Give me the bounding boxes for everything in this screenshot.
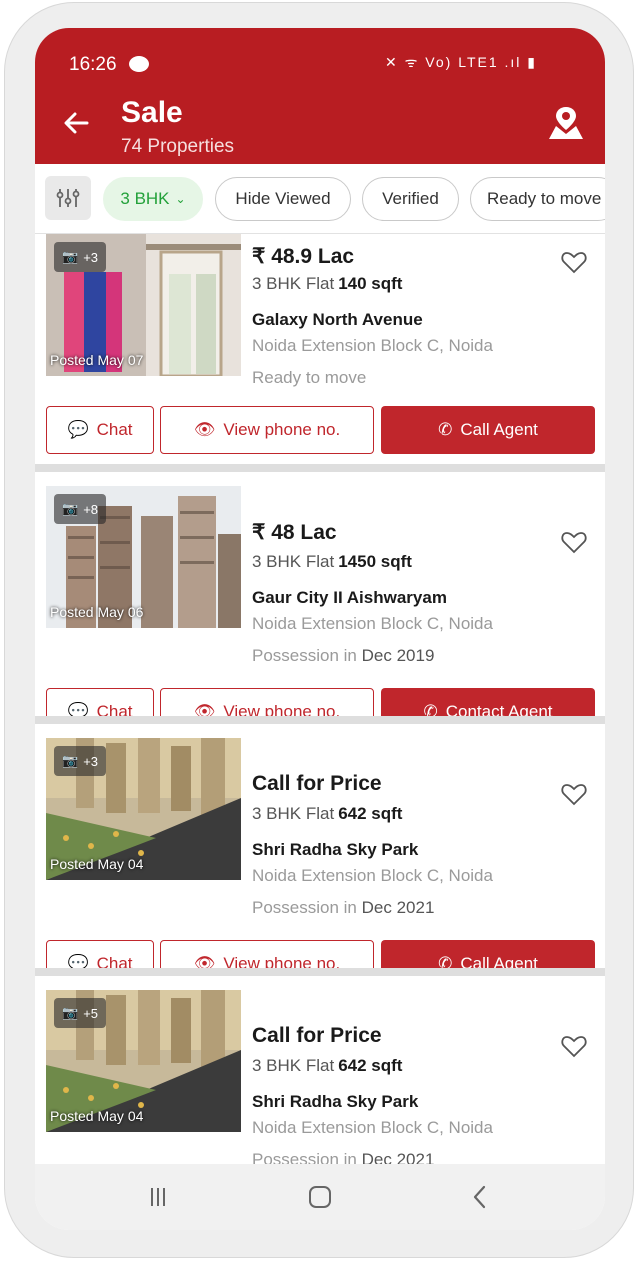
view-phone-button[interactable]: 👁 View phone no. (160, 406, 374, 454)
project-name: Shri Radha Sky Park (252, 1092, 419, 1111)
divider (35, 716, 605, 724)
chat-button[interactable]: 💬 Chat (46, 406, 154, 454)
listing-card[interactable]: 📷 +3 Posted May 04 Call for Price 3 BHK F… (35, 724, 605, 988)
posted-date: Posted May 06 (50, 604, 144, 620)
filter-bar: 3 BHK ⌄ Hide Viewed Verified Ready to mo… (35, 164, 605, 234)
chip-verified[interactable]: Verified (362, 177, 459, 221)
listing-price: ₹ 48 Lac (252, 521, 337, 544)
listing-photo[interactable]: 📷 +3 Posted May 04 (46, 738, 241, 880)
flat-area: 642 sqft (338, 1056, 403, 1075)
app-bar: Sale 74 Properties (35, 86, 605, 164)
listing-photo[interactable]: 📷 +3 Posted May 07 (46, 234, 241, 376)
chip-hide-viewed[interactable]: Hide Viewed (215, 177, 351, 221)
heart-icon[interactable] (561, 1034, 587, 1058)
property-count: 74 Properties (121, 136, 235, 157)
status-icons: ✕ ᯤ Vo) LTE1 .ıl ▮ (385, 54, 537, 70)
locality: Noida Extension Block C, Noida (252, 336, 493, 355)
chip-label: Hide Viewed (235, 189, 331, 208)
photo-count: +5 (83, 1005, 99, 1021)
locality: Noida Extension Block C, Noida (252, 866, 493, 885)
listing-config: 3 BHK Flat 642 sqft (252, 1056, 402, 1076)
call-agent-button[interactable]: ✆ Call Agent (381, 406, 595, 454)
chevron-down-icon: ⌄ (175, 192, 186, 206)
chip-3bhk[interactable]: 3 BHK ⌄ (103, 177, 203, 221)
flat-area: 140 sqft (338, 274, 403, 293)
status-bar: 16:26 ✕ ᯤ Vo) LTE1 .ıl ▮ (35, 28, 605, 86)
status-value: Dec 2021 (361, 898, 435, 917)
divider (35, 464, 605, 472)
status-prefix: Possession in (252, 898, 357, 917)
project-name: Galaxy North Avenue (252, 310, 423, 329)
flat-type: 3 BHK Flat (252, 552, 335, 571)
listing-photo[interactable]: 📷 +5 Posted May 04 (46, 990, 241, 1132)
project-name: Gaur City II Aishwaryam (252, 588, 447, 607)
camera-icon: 📷 (62, 1005, 79, 1020)
photo-count: +8 (83, 501, 99, 517)
phone-icon: ✆ (438, 420, 453, 439)
flat-type: 3 BHK Flat (252, 804, 335, 823)
heart-icon[interactable] (561, 250, 587, 274)
chip-label: Ready to move (487, 189, 602, 208)
project-name: Shri Radha Sky Park (252, 840, 419, 859)
photo-count-badge: 📷 +8 (54, 494, 107, 524)
home-icon[interactable] (305, 1182, 335, 1212)
photo-count-badge: 📷 +3 (54, 242, 107, 272)
heart-icon[interactable] (561, 530, 587, 554)
filter-settings-button[interactable] (45, 176, 91, 220)
listing-price: Call for Price (252, 772, 382, 795)
recents-icon[interactable] (143, 1182, 173, 1212)
posted-date: Posted May 04 (50, 1108, 144, 1124)
flat-area: 642 sqft (338, 804, 403, 823)
posted-date: Posted May 07 (50, 352, 144, 368)
camera-icon: 📷 (62, 501, 79, 516)
photo-count-badge: 📷 +5 (54, 998, 107, 1028)
system-nav-bar (35, 1164, 605, 1230)
flat-type: 3 BHK Flat (252, 274, 335, 293)
listing-card[interactable]: 📷 +8 Posted May 06 ₹ 48 Lac 3 BHK Flat 145… (35, 472, 605, 736)
call-agent-label: Call Agent (460, 420, 538, 439)
heart-icon[interactable] (561, 782, 587, 806)
eye-icon: 👁 (193, 420, 216, 439)
chip-ready-to-move[interactable]: Ready to move (470, 177, 605, 221)
locality: Noida Extension Block C, Noida (252, 1118, 493, 1137)
chat-icon: 💬 (67, 420, 89, 439)
photo-count: +3 (83, 753, 99, 769)
posted-date: Posted May 04 (50, 856, 144, 872)
camera-icon: 📷 (62, 753, 79, 768)
possession-status: Possession in Dec 2021 (252, 898, 434, 918)
listing-price: Call for Price (252, 1024, 382, 1047)
chip-label: 3 BHK (120, 189, 170, 208)
listing-price: ₹ 48.9 Lac (252, 245, 355, 268)
locality: Noida Extension Block C, Noida (252, 614, 493, 633)
listing-card[interactable]: 📷 +3 Posted May 07 ₹ 48.9 Lac 3 BHK Flat 1… (35, 234, 605, 464)
listing-config: 3 BHK Flat 140 sqft (252, 274, 402, 294)
status-value: Dec 2019 (361, 646, 435, 665)
photo-count: +3 (83, 249, 99, 265)
possession-status: Possession in Dec 2019 (252, 646, 434, 666)
chip-label: Verified (382, 189, 439, 208)
listing-config: 3 BHK Flat 1450 sqft (252, 552, 412, 572)
map-pin-icon[interactable] (547, 104, 585, 142)
photo-count-badge: 📷 +3 (54, 746, 107, 776)
possession-status: Ready to move (252, 368, 366, 388)
chat-notification-icon (129, 56, 149, 72)
status-prefix: Ready to move (252, 368, 367, 387)
back-arrow-icon[interactable] (61, 108, 91, 138)
divider (35, 968, 605, 976)
screen: 16:26 ✕ ᯤ Vo) LTE1 .ıl ▮ Sale 74 Propert… (35, 28, 605, 1230)
sliders-icon (56, 189, 80, 207)
view-phone-label: View phone no. (223, 420, 341, 439)
page-title: Sale (121, 96, 183, 129)
chat-label: Chat (96, 420, 133, 439)
flat-area: 1450 sqft (338, 552, 412, 571)
status-time: 16:26 (69, 54, 117, 75)
flat-type: 3 BHK Flat (252, 1056, 335, 1075)
camera-icon: 📷 (62, 249, 79, 264)
listing-photo[interactable]: 📷 +8 Posted May 06 (46, 486, 241, 628)
listing-card[interactable]: 📷 +5 Posted May 04 Call for Price 3 BHK F… (35, 976, 605, 1169)
back-icon[interactable] (465, 1182, 495, 1212)
listing-config: 3 BHK Flat 642 sqft (252, 804, 402, 824)
status-prefix: Possession in (252, 646, 357, 665)
